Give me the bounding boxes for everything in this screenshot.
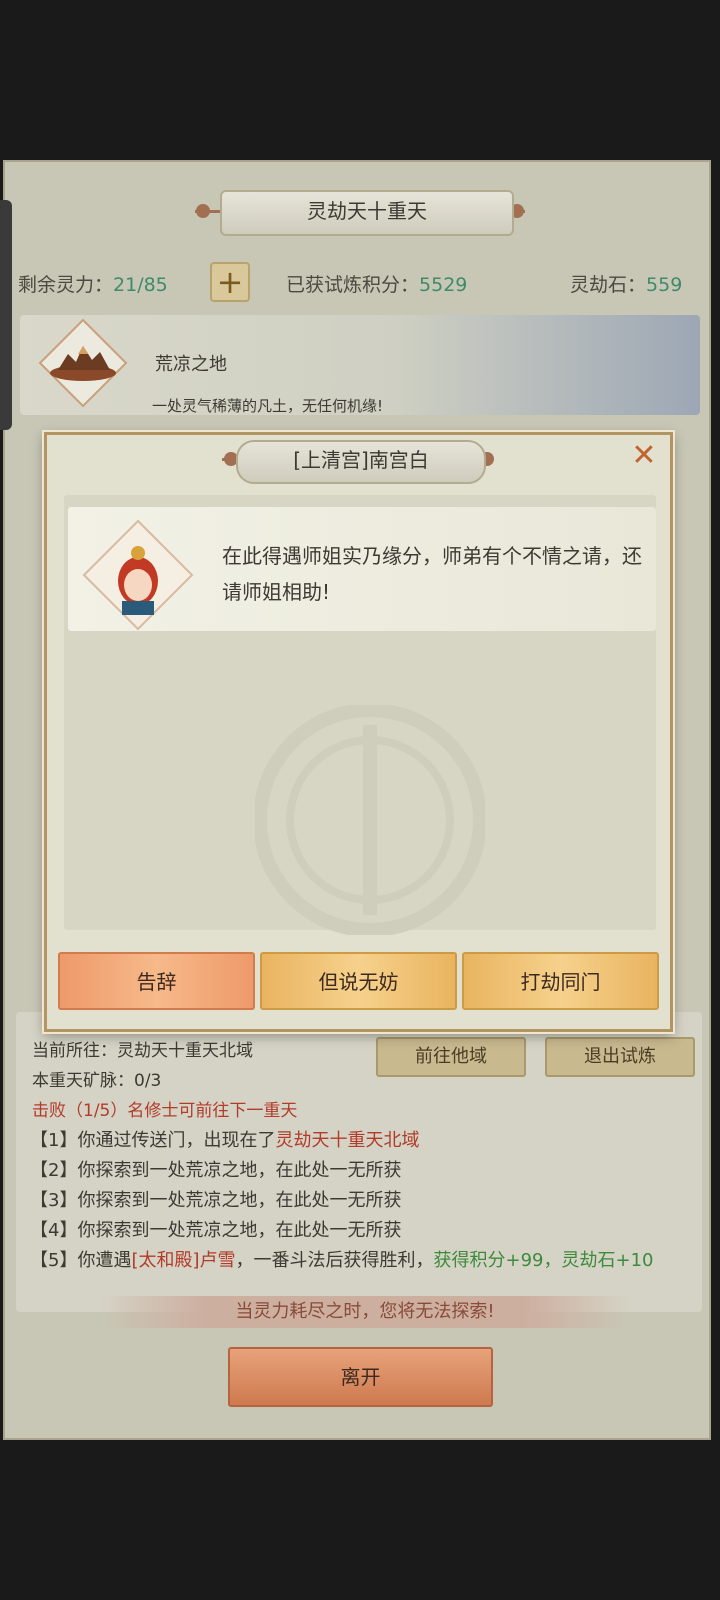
plus-icon: + [216, 263, 244, 301]
score-value: 5529 [419, 274, 468, 296]
side-handle[interactable] [0, 200, 12, 430]
stone-stat: 灵劫石：559 [570, 270, 682, 297]
location-name: 荒凉之地 [155, 354, 227, 375]
close-icon[interactable]: ✕ [628, 440, 660, 472]
leave-button[interactable]: 离开 [228, 1347, 493, 1407]
spirit-value: 21/85 [113, 274, 168, 296]
spirit-label: 剩余灵力： [18, 274, 114, 296]
log-entry: 【5】你遭遇[太和殿]卢雪，一番斗法后获得胜利，获得积分+99，灵劫石+10 [30, 1246, 670, 1276]
current-location-text: 当前所往：灵劫天十重天北域 [32, 1041, 253, 1061]
defeat-count: 1/5 [83, 1101, 111, 1121]
farewell-button[interactable]: 告辞 [58, 952, 255, 1010]
page-title: 灵劫天十重天 [220, 190, 514, 236]
stone-value: 559 [646, 274, 683, 296]
terrain-icon [38, 318, 128, 408]
log-opponent: [太和殿]卢雪 [131, 1250, 236, 1271]
log-entry: 【3】你探索到一处荒凉之地，在此处一无所获 [30, 1190, 402, 1211]
log-entry: 【2】你探索到一处荒凉之地，在此处一无所获 [30, 1160, 402, 1181]
dialog-message: 在此得遇师姐实乃缘分，师弟有个不情之请，还请师姐相助! [222, 544, 642, 604]
log-highlight: 灵劫天十重天北域 [275, 1130, 420, 1151]
add-spirit-button[interactable]: + [210, 262, 250, 302]
log-text: 【1】你通过传送门，出现在了 [30, 1130, 276, 1151]
defeat-suffix: ）名修士可前往下一重天 [110, 1101, 298, 1121]
go-other-region-button[interactable]: 前往他域 [376, 1037, 526, 1077]
please-speak-button[interactable]: 但说无妨 [260, 952, 457, 1010]
log-entry: 【1】你通过传送门，出现在了灵劫天十重天北域 [30, 1126, 419, 1152]
dialog-title: [上清宫]南宫白 [236, 440, 486, 484]
defeat-requirement: 击败（1/5）名修士可前往下一重天 [32, 1096, 297, 1121]
log-text: 【5】你遭遇 [30, 1250, 132, 1271]
rob-fellow-button[interactable]: 打劫同门 [462, 952, 659, 1010]
exit-trial-button[interactable]: 退出试炼 [545, 1037, 695, 1077]
location-description: 一处灵气稀薄的凡土，无任何机缘! [152, 397, 384, 415]
log-entry: 【4】你探索到一处荒凉之地，在此处一无所获 [30, 1220, 402, 1241]
emblem-watermark-icon [255, 705, 485, 935]
ore-veins-text: 本重天矿脉：0/3 [32, 1071, 162, 1091]
log-text: ，一番斗法后获得胜利， [235, 1250, 434, 1271]
defeat-prefix: 击败（ [32, 1101, 83, 1121]
warning-banner: 当灵力耗尽之时，您将无法探索! [100, 1296, 630, 1328]
spirit-stat: 剩余灵力：21/85 [18, 270, 168, 297]
stone-label: 灵劫石： [570, 274, 647, 296]
header-knob-left [196, 204, 210, 218]
log-reward: 获得积分+99，灵劫石+10 [433, 1250, 654, 1271]
score-label: 已获试炼积分： [286, 274, 420, 296]
score-stat: 已获试炼积分：5529 [286, 270, 467, 297]
npc-portrait-avatar [82, 519, 194, 631]
